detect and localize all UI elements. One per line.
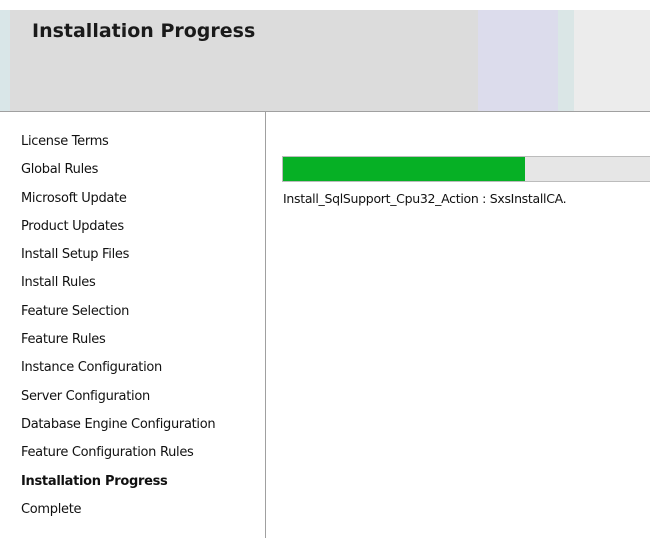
header-accent <box>0 10 10 111</box>
step-feature-rules: Feature Rules <box>21 332 106 348</box>
header-decoration <box>558 10 574 111</box>
page-title: Installation Progress <box>32 20 256 42</box>
step-product-updates: Product Updates <box>21 218 124 234</box>
step-feature-configuration-rules: Feature Configuration Rules <box>21 445 194 461</box>
steps-sidebar: License Terms Global Rules Microsoft Upd… <box>0 112 266 538</box>
step-database-engine-configuration: Database Engine Configuration <box>21 416 216 432</box>
step-complete: Complete <box>21 501 82 517</box>
step-installation-progress: Installation Progress <box>21 473 168 489</box>
step-install-rules: Install Rules <box>21 275 96 291</box>
sidebar-divider <box>265 112 266 538</box>
step-install-setup-files: Install Setup Files <box>21 247 130 263</box>
step-server-configuration: Server Configuration <box>21 388 150 404</box>
step-instance-configuration: Instance Configuration <box>21 360 162 376</box>
installation-progress-bar <box>282 156 650 182</box>
progress-bar-fill <box>283 157 526 181</box>
header-decoration <box>574 10 650 111</box>
header-decoration <box>478 10 558 111</box>
step-license-terms: License Terms <box>21 134 109 149</box>
step-list: License Terms Global Rules Microsoft Upd… <box>21 128 216 524</box>
page-header: Installation Progress <box>0 0 650 112</box>
step-global-rules: Global Rules <box>21 162 99 178</box>
step-feature-selection: Feature Selection <box>21 303 130 319</box>
progress-status-text: Install_SqlSupport_Cpu32_Action : SxsIns… <box>283 191 567 206</box>
step-microsoft-update: Microsoft Update <box>21 190 127 206</box>
